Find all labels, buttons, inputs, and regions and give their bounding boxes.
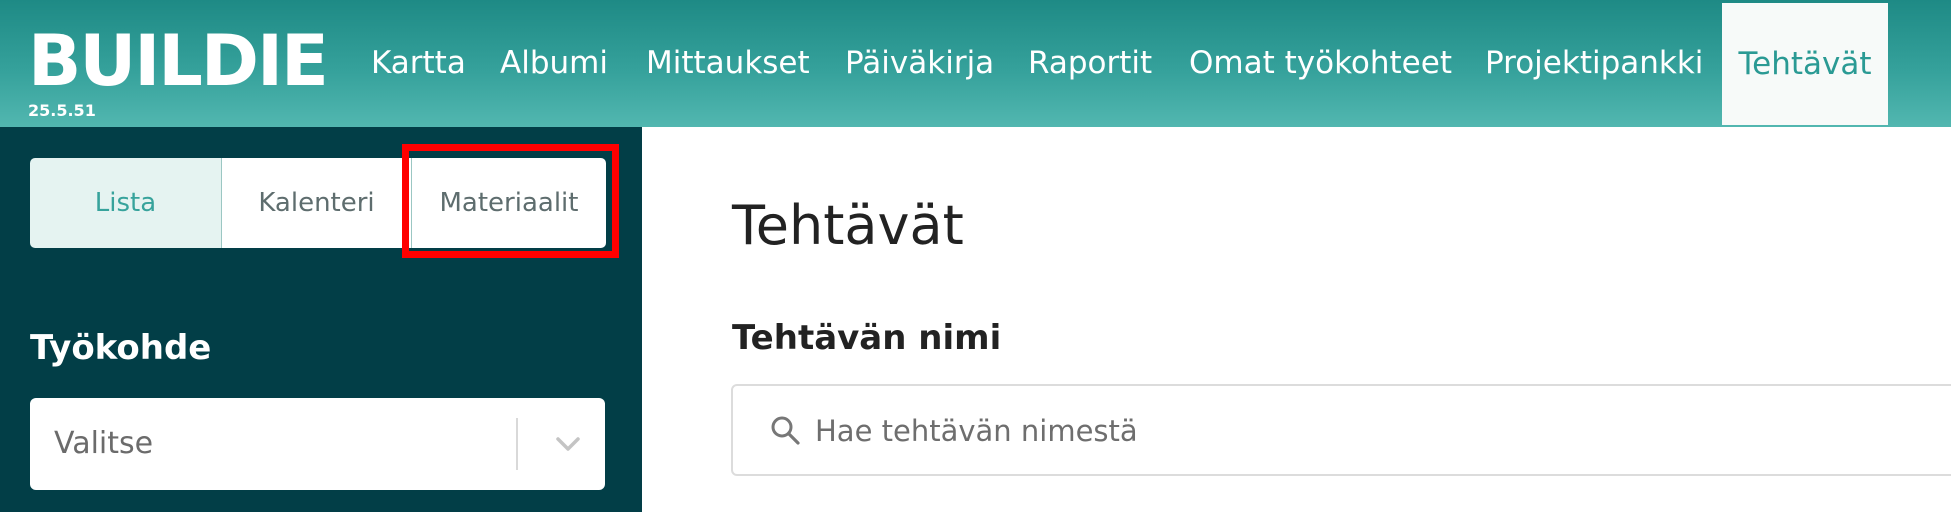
nav-item-mittaukset[interactable]: Mittaukset xyxy=(646,0,810,127)
app-logo[interactable]: BUILDIE xyxy=(28,22,329,100)
nav-item-omat-tyokohteet[interactable]: Omat työkohteet xyxy=(1189,0,1452,127)
nav-item-albumi[interactable]: Albumi xyxy=(500,0,608,127)
tab-lista[interactable]: Lista xyxy=(30,158,222,248)
page-title: Tehtävät xyxy=(732,194,964,257)
worksite-select-value: Valitse xyxy=(54,426,154,461)
nav-item-raportit[interactable]: Raportit xyxy=(1028,0,1152,127)
app-version: 25.5.51 xyxy=(28,101,96,120)
tab-kalenteri[interactable]: Kalenteri xyxy=(222,158,412,248)
chevron-down-icon[interactable] xyxy=(550,426,586,462)
top-navigation-bar: BUILDIE 25.5.51 Kartta Albumi Mittaukset… xyxy=(0,0,1951,127)
search-icon xyxy=(769,414,803,448)
select-separator xyxy=(516,418,518,470)
nav-item-tehtavat[interactable]: Tehtävät xyxy=(1722,3,1888,125)
worksite-label: Työkohde xyxy=(30,328,212,368)
nav-item-projektipankki[interactable]: Projektipankki xyxy=(1485,0,1703,127)
nav-item-paivakirja[interactable]: Päiväkirja xyxy=(845,0,994,127)
task-name-label: Tehtävän nimi xyxy=(732,318,1002,358)
task-search-field[interactable] xyxy=(731,384,1951,476)
nav-item-kartta[interactable]: Kartta xyxy=(371,0,466,127)
search-input[interactable] xyxy=(813,400,1917,462)
worksite-select[interactable]: Valitse xyxy=(30,398,605,490)
highlight-box xyxy=(402,144,619,258)
